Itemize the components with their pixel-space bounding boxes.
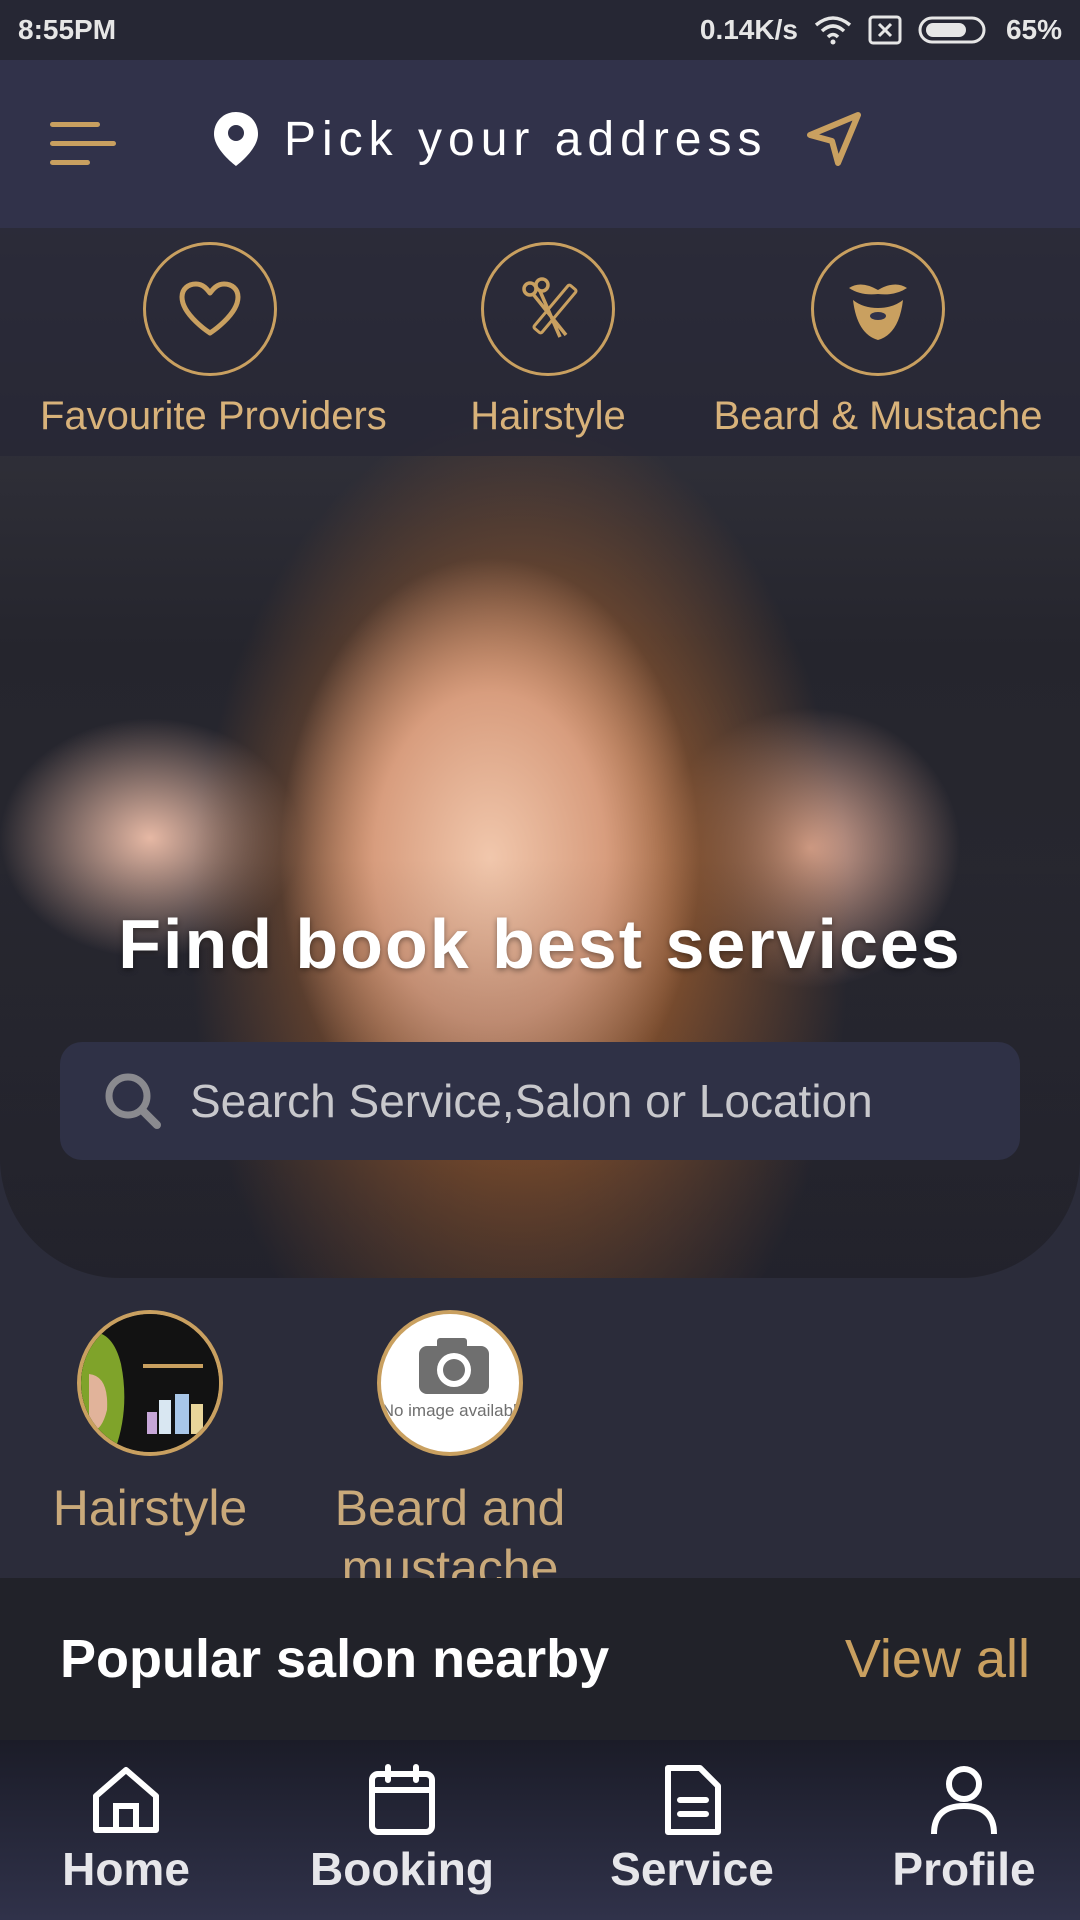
sub-category-list: Hairstyle No image available Beard and m… [0, 1278, 1080, 1578]
nav-label: Service [610, 1843, 774, 1895]
navigation-arrow-icon[interactable] [806, 111, 862, 167]
calendar-icon [369, 1764, 435, 1835]
location-pin-icon [214, 112, 258, 166]
address-label: Pick your address [284, 112, 768, 166]
hero-banner: Favourite Providers Hairstyle Beard & Mu… [0, 228, 1080, 1278]
app-header: Pick your address [0, 60, 1080, 228]
document-icon [665, 1765, 721, 1835]
nav-home[interactable]: Home [6, 1764, 246, 1896]
subcategory-label: Hairstyle [52, 1480, 248, 1536]
nav-label: Booking [310, 1843, 494, 1895]
beard-icon [811, 242, 945, 376]
hero-title: Find book best services [118, 905, 962, 983]
user-icon [931, 1766, 997, 1835]
view-all-link[interactable]: View all [845, 1628, 1030, 1690]
nav-label: Profile [892, 1843, 1036, 1895]
menu-icon-line [50, 122, 100, 127]
menu-icon-line [50, 141, 116, 146]
subcategory-beard-mustache[interactable]: No image available Beard and mustache [330, 1310, 570, 1578]
camera-icon: No image available [382, 1338, 523, 1420]
nav-label: Home [62, 1843, 190, 1895]
address-picker[interactable]: Pick your address [212, 110, 862, 168]
wifi-icon [814, 16, 852, 45]
heart-icon [143, 242, 277, 376]
battery-level: 65% [1005, 14, 1062, 45]
status-indicators: 0.14K/s 65% [700, 14, 1062, 46]
nav-service[interactable]: Service [572, 1764, 812, 1896]
category-hairstyle[interactable]: Hairstyle [378, 242, 718, 439]
hairstyle-thumbnail [77, 1310, 223, 1456]
home-icon [93, 1767, 159, 1833]
status-bar: 8:55PM 0.14K/s 65% [0, 0, 1080, 60]
category-label: Favourite Providers [40, 394, 387, 438]
no-sim-icon [868, 15, 902, 45]
category-label: Beard & Mustache [713, 394, 1043, 438]
category-favourite-providers[interactable]: Favourite Providers [40, 242, 387, 439]
nav-profile[interactable]: Profile [844, 1764, 1080, 1896]
menu-button[interactable] [50, 122, 116, 166]
no-image-text: No image available [382, 1401, 523, 1420]
bottom-navigation: Home Booking Service Profile [0, 1740, 1080, 1920]
subcategory-label: Beard and mustache [334, 1480, 566, 1578]
category-label: Hairstyle [470, 394, 626, 438]
menu-icon-line [50, 160, 90, 165]
scissors-comb-icon [481, 242, 615, 376]
top-category-strip: Favourite Providers Hairstyle Beard & Mu… [0, 228, 1080, 456]
nav-booking[interactable]: Booking [282, 1764, 522, 1896]
no-image-thumbnail: No image available [377, 1310, 523, 1456]
search-input[interactable]: Search Service,Salon or Location [60, 1042, 1020, 1160]
category-beard-mustache[interactable]: Beard & Mustache [708, 242, 1048, 439]
network-speed: 0.14K/s [699, 14, 798, 45]
popular-section-header: Popular salon nearby View all [0, 1578, 1080, 1740]
popular-title: Popular salon nearby [60, 1629, 610, 1689]
search-placeholder: Search Service,Salon or Location [190, 1075, 873, 1127]
status-time: 8:55PM [18, 14, 117, 45]
subcategory-hairstyle[interactable]: Hairstyle [30, 1310, 270, 1538]
search-icon [105, 1073, 161, 1129]
battery-icon [918, 16, 986, 44]
